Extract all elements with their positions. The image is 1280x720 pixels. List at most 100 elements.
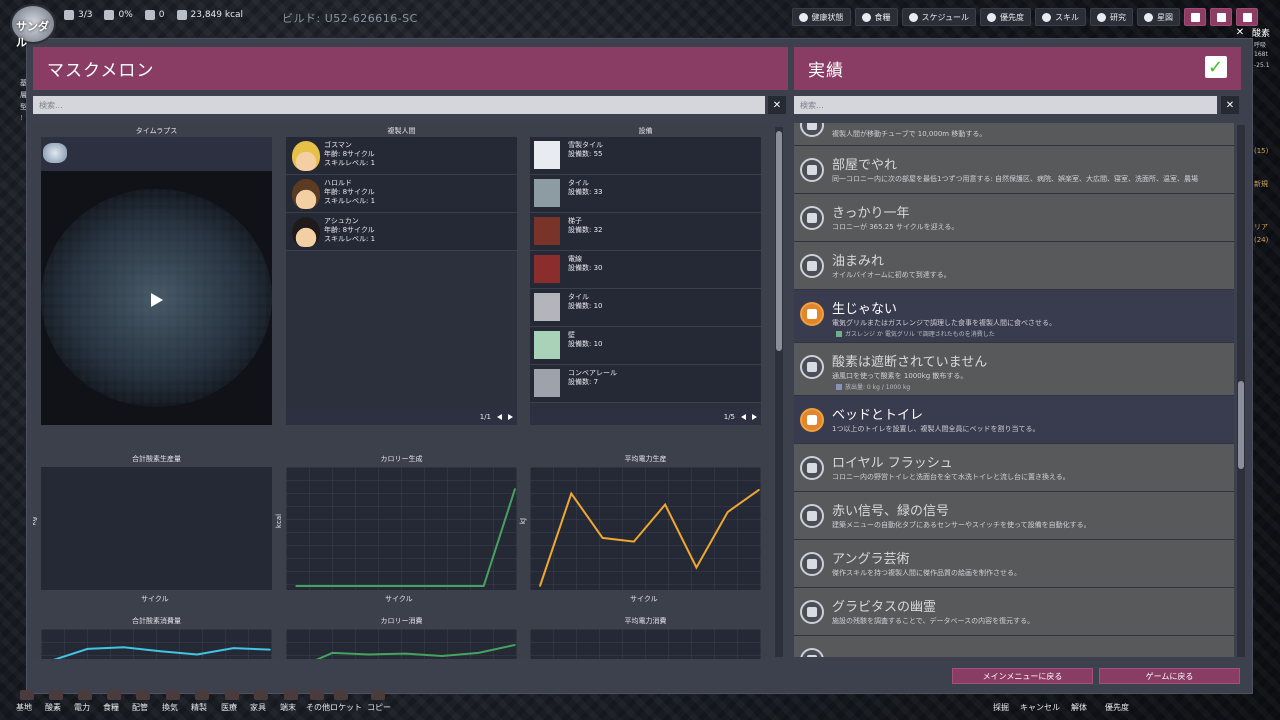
next-page-icon[interactable] <box>508 414 513 420</box>
data-point <box>570 492 573 495</box>
build-category-button[interactable]: その他 <box>306 702 330 713</box>
tool-button[interactable]: 採掘 <box>993 702 1009 713</box>
skills-button[interactable]: スキル <box>1035 8 1086 26</box>
options-button[interactable] <box>1236 8 1258 26</box>
achievement-icon <box>800 600 824 624</box>
building-info: タイル 設備数: 10 <box>568 293 603 311</box>
building-row[interactable]: 壁設備数: 10 <box>530 327 761 365</box>
graph-x-label: サイクル <box>141 595 169 603</box>
building-row[interactable]: コンベアレール 設備数: 7 <box>530 365 761 403</box>
tool-button[interactable]: 解体 <box>1071 702 1087 713</box>
duplicant-row[interactable]: ゴスマン 年齢: 8サイクル スキルレベル: 1 <box>286 137 517 175</box>
alert-stat[interactable]: 0 <box>144 10 165 20</box>
build-category-button[interactable]: 酸素 <box>45 702 61 713</box>
building-row[interactable]: タイル 設備数: 10 <box>530 289 761 327</box>
duplicant-count[interactable]: 3/3 <box>64 10 92 20</box>
building-row[interactable]: 雪製タイル 設備数: 55 <box>530 137 761 175</box>
build-category-button[interactable]: ロケット <box>330 702 362 713</box>
achievement-item[interactable]: 酸素は遮断されていません 通風口を使って酸素を 1000kg 散布する。 放出量: … <box>794 343 1234 395</box>
calorie-value: 23,849 kcal <box>190 10 244 20</box>
play-icon[interactable] <box>151 293 163 307</box>
building-count: 設備数: 10 <box>568 302 603 311</box>
clear-search-button[interactable]: ✕ <box>1221 96 1239 114</box>
next-page-icon[interactable] <box>752 414 757 420</box>
colony-report-search-input[interactable]: 検索... <box>33 96 765 114</box>
build-category-button[interactable]: 家具 <box>250 702 266 713</box>
achievement-item[interactable]: きっかり一年 コロニーが 365.25 サイクルを迎える。 <box>794 194 1234 241</box>
building-row[interactable]: 梯子 設備数: 32 <box>530 213 761 251</box>
duplicant-row[interactable]: アシュカン 年齢: 8サイクル スキルレベル: 1 <box>286 213 517 251</box>
hud-management-buttons: 健康状態 食糧 スケジュール 優先度 スキル 研究 星図 <box>791 8 1258 26</box>
timelapse-viewer[interactable] <box>41 137 272 425</box>
resume-game-button[interactable]: ゲームに戻る <box>1099 668 1240 684</box>
achievement-item[interactable]: ロイヤル フラッシュ コロニー内の野営トイレと洗面台を全て水洗トイレと流し台に置き… <box>794 444 1234 491</box>
building-info: 梯子 設備数: 32 <box>568 217 603 235</box>
building-name: タイル <box>568 179 589 187</box>
research-button[interactable]: 研究 <box>1090 8 1133 26</box>
achievement-item[interactable]: アングラ芸術 傑作スキルを持つ複製人間に傑作品質の絵画を制作させる。 <box>794 540 1234 587</box>
build-category-button[interactable]: 食糧 <box>103 702 119 713</box>
build-category-button[interactable]: 電力 <box>74 702 90 713</box>
achievement-description: 建築メニューの自動化タブにあるセンサーやスイッチを使って設備を自動化する。 <box>832 521 1091 529</box>
achievement-item[interactable] <box>794 636 1234 657</box>
build-category-button[interactable]: 配管 <box>132 702 148 713</box>
scrollbar-thumb[interactable] <box>1238 381 1244 469</box>
calorie-production-graph[interactable]: kcal <box>275 467 517 590</box>
food-icon <box>861 12 871 22</box>
colony-badge[interactable]: サンダル <box>10 4 56 49</box>
achievement-item[interactable]: 部屋でやれ 同一コロニー内に次の部屋を最低1つずつ用意する: 自然保護区、病院、娯… <box>794 146 1234 193</box>
build-category-button[interactable]: コピー <box>367 702 391 713</box>
oxygen-production-graph[interactable]: kg <box>33 467 272 590</box>
achievement-item[interactable]: 油まみれ オイルバイオームに初めて到達する。 <box>794 242 1234 289</box>
clear-search-button[interactable]: ✕ <box>768 96 786 114</box>
priorities-button[interactable]: 優先度 <box>980 8 1031 26</box>
achievement-item[interactable]: 生じゃない 電気グリルまたはガスレンジで調理した食事を複製人間に食べさせる。 ガスレ… <box>794 290 1234 342</box>
achievement-item[interactable]: 赤い信号、緑の信号 建築メニューの自動化タブにあるセンサーやスイッチを使って設備を… <box>794 492 1234 539</box>
scrollbar-thumb[interactable] <box>776 131 782 351</box>
build-category-button[interactable]: 換気 <box>162 702 178 713</box>
main-menu-button[interactable]: メインメニューに戻る <box>952 668 1093 684</box>
data-point <box>482 585 485 587</box>
power-consumption-graph[interactable] <box>530 629 761 659</box>
achievement-scrollbar[interactable] <box>1237 125 1245 657</box>
achievement-icon <box>800 302 824 326</box>
building-name: 電線 <box>568 255 582 263</box>
achievement-item[interactable]: 複製人間が移動チューブで 10,000m 移動する。 <box>794 123 1234 145</box>
colony-report-scrollbar[interactable] <box>775 127 783 657</box>
achievements-search-input[interactable]: 検索... <box>794 96 1217 114</box>
build-category-button[interactable]: 精製 <box>191 702 207 713</box>
building-row[interactable]: 電線 設備数: 30 <box>530 251 761 289</box>
codex-button[interactable] <box>1210 8 1232 26</box>
stress-stat[interactable]: 0% <box>104 10 133 20</box>
consumables-button[interactable]: 食糧 <box>854 8 898 26</box>
schedule-button[interactable]: スケジュール <box>901 8 976 26</box>
build-category-button[interactable]: 端末 <box>280 702 296 713</box>
achievement-glyph <box>807 165 817 175</box>
book-icon <box>1216 12 1226 22</box>
tool-button[interactable]: キャンセル <box>1020 702 1060 713</box>
calorie-stat[interactable]: 23,849 kcal <box>176 10 244 20</box>
oxygen-consumption-graph[interactable] <box>41 629 272 659</box>
build-category-button[interactable]: 医療 <box>221 702 237 713</box>
building-count: 設備数: 30 <box>568 264 603 273</box>
starmap-button[interactable]: 星図 <box>1137 8 1180 26</box>
build-category-icon <box>310 690 324 700</box>
close-icon[interactable]: ✕ <box>1234 27 1246 39</box>
building-row[interactable]: タイル 設備数: 33 <box>530 175 761 213</box>
prev-page-icon[interactable] <box>497 414 502 420</box>
achievement-item[interactable]: グラビタスの幽霊 施設の残骸を調査することで、データベースの内容を復元する。 <box>794 588 1234 635</box>
prev-page-icon[interactable] <box>741 414 746 420</box>
vitals-button[interactable]: 健康状態 <box>791 8 851 26</box>
report-button[interactable] <box>1184 8 1206 26</box>
tool-button[interactable]: 優先度 <box>1105 702 1129 713</box>
timelapse-thumbnail[interactable] <box>43 143 67 163</box>
power-production-graph[interactable]: kJ <box>519 467 761 590</box>
achievement-requirement-text: 放出量: 0 kg / 1000 kg <box>845 384 911 391</box>
achievement-glyph <box>807 655 817 657</box>
build-category-button[interactable]: 基地 <box>16 702 32 713</box>
calorie-consumption-graph[interactable] <box>286 629 517 659</box>
achievement-icon <box>800 456 824 480</box>
colony-report-title: マスクメロン <box>47 61 155 81</box>
achievement-item[interactable]: ベッドとトイレ 1つ以上のトイレを設置し、複製人間全員にベッドを割り当てる。 <box>794 396 1234 443</box>
duplicant-row[interactable]: ハロルド 年齢: 8サイクル スキルレベル: 1 <box>286 175 517 213</box>
